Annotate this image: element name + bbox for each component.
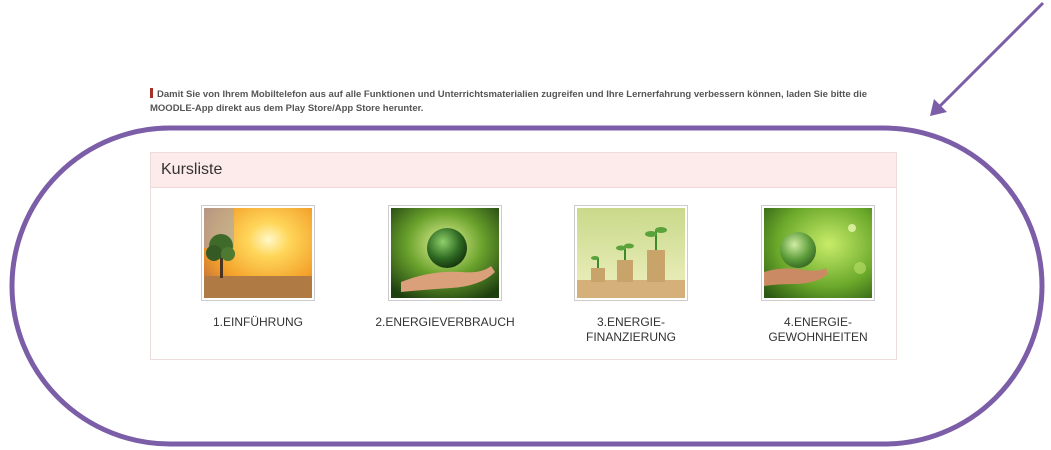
course-title[interactable]: 1.EINFÜHRUNG xyxy=(183,315,333,330)
notice-marker xyxy=(150,88,153,98)
notice-text: Damit Sie von Ihrem Mobiltelefon aus auf… xyxy=(150,89,867,114)
app-download-notice: Damit Sie von Ihrem Mobiltelefon aus auf… xyxy=(150,88,910,116)
arrow-head-icon xyxy=(930,99,947,116)
glass-globe-hand-image[interactable] xyxy=(761,205,875,301)
course-title-line: 4.ENERGIE- xyxy=(783,315,852,329)
course-title-line: FINANZIERUNG xyxy=(586,330,676,344)
course-card-energieverbrauch[interactable]: 2.ENERGIEVERBRAUCH xyxy=(370,205,520,330)
course-title[interactable]: 4.ENERGIE- GEWOHNHEITEN xyxy=(743,315,893,345)
earth-in-hand-image[interactable] xyxy=(388,205,502,301)
course-title-line: 3.ENERGIE- xyxy=(596,315,665,329)
course-card-energie-gewohnheiten[interactable]: 4.ENERGIE- GEWOHNHEITEN xyxy=(743,205,893,345)
coin-plants-image[interactable] xyxy=(574,205,688,301)
course-title-line: 1.EINFÜHRUNG xyxy=(212,315,303,329)
annotation-arrow xyxy=(934,1,1045,112)
course-list-panel: Kursliste 1.EINFÜHRUNG 2.ENERGIEVERBRAUC… xyxy=(150,152,897,360)
course-title-line: 2.ENERGIEVERBRAUCH xyxy=(375,315,515,329)
course-card-einfuehrung[interactable]: 1.EINFÜHRUNG xyxy=(183,205,333,330)
course-title-line: GEWOHNHEITEN xyxy=(768,330,868,344)
course-list-title: Kursliste xyxy=(151,153,896,188)
sunset-tree-image[interactable] xyxy=(201,205,315,301)
course-title[interactable]: 3.ENERGIE- FINANZIERUNG xyxy=(556,315,706,345)
course-card-energie-finanzierung[interactable]: 3.ENERGIE- FINANZIERUNG xyxy=(556,205,706,345)
course-title[interactable]: 2.ENERGIEVERBRAUCH xyxy=(370,315,520,330)
